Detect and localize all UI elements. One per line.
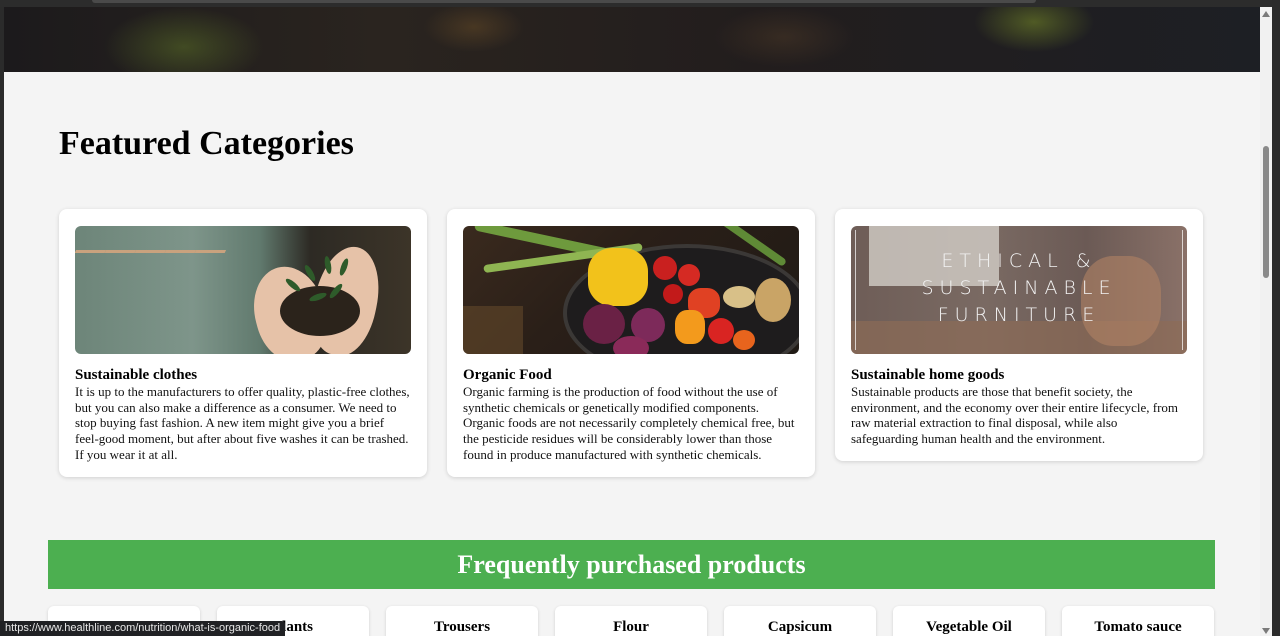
link-status-bar: https://www.healthline.com/nutrition/wha… (0, 621, 286, 636)
scroll-up-arrow-icon[interactable] (1262, 11, 1270, 17)
category-card-clothes[interactable]: Sustainable clothes It is up to the manu… (59, 209, 427, 477)
image-caption: ETHICAL & SUSTAINABLE FURNITURE (921, 250, 1117, 326)
product-card-trousers[interactable]: Trousers (386, 606, 538, 636)
card-title: Sustainable clothes (75, 367, 198, 383)
ethical-furniture-image: ETHICAL & SUSTAINABLE FURNITURE (851, 226, 1187, 354)
category-card-home-goods[interactable]: ETHICAL & SUSTAINABLE FURNITURE Sustaina… (835, 209, 1203, 461)
hero-image (4, 7, 1260, 72)
scroll-thumb[interactable] (1263, 146, 1269, 278)
tab-strip (92, 0, 1036, 3)
card-title: Sustainable home goods (851, 367, 1005, 383)
frequently-purchased-banner: Frequently purchased products (48, 540, 1215, 589)
clothes-image (75, 226, 411, 354)
product-card-capsicum[interactable]: Capsicum (724, 606, 876, 636)
card-description: It is up to the manufacturers to offer q… (75, 384, 410, 462)
featured-categories-title: Featured Categories (59, 125, 354, 162)
category-card-organic-food[interactable]: Organic Food Organic farming is the prod… (447, 209, 815, 477)
organic-food-image (463, 226, 799, 354)
card-description: Organic farming is the production of foo… (463, 384, 795, 462)
product-card-vegetable-oil[interactable]: Vegetable Oil (893, 606, 1045, 636)
vertical-scrollbar[interactable] (1260, 7, 1272, 636)
product-card-tomato-sauce[interactable]: Tomato sauce (1062, 606, 1214, 636)
card-description: Sustainable products are those that bene… (851, 384, 1179, 447)
window-edge (1272, 0, 1280, 636)
browser-top-edge (0, 0, 1280, 7)
scroll-down-arrow-icon[interactable] (1262, 628, 1270, 634)
card-title: Organic Food (463, 367, 552, 383)
page-content: Featured Categories Sustainable clothes … (4, 7, 1260, 636)
product-card-flour[interactable]: Flour (555, 606, 707, 636)
